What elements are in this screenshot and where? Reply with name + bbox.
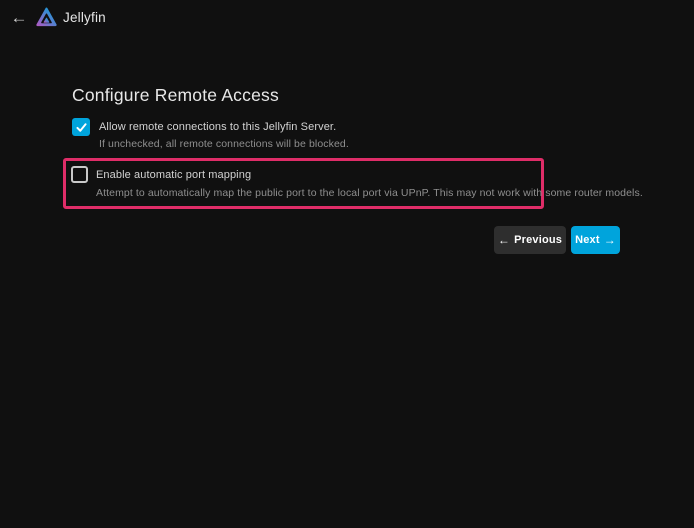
previous-button-label: Previous bbox=[514, 234, 562, 246]
checkmark-icon bbox=[75, 121, 88, 134]
highlight-annotation-box bbox=[63, 158, 544, 209]
remote-access-setup-page: ← Jellyfin Configure Remote Access Allow… bbox=[0, 0, 694, 528]
next-button[interactable]: Next → bbox=[571, 226, 620, 254]
right-arrow-icon: → bbox=[604, 234, 616, 246]
remote-connections-label[interactable]: Allow remote connections to this Jellyfi… bbox=[99, 121, 336, 133]
brand-header: Jellyfin bbox=[36, 7, 106, 28]
previous-button[interactable]: ← Previous bbox=[494, 226, 566, 254]
back-button[interactable]: ← bbox=[6, 5, 32, 31]
remote-connections-checkbox[interactable] bbox=[72, 118, 90, 136]
page-title: Configure Remote Access bbox=[72, 85, 279, 106]
brand-name: Jellyfin bbox=[63, 10, 106, 25]
back-arrow-icon: ← bbox=[11, 8, 28, 28]
left-arrow-icon: ← bbox=[498, 234, 510, 246]
port-mapping-checkbox[interactable] bbox=[71, 166, 88, 183]
port-mapping-help-text: Attempt to automatically map the public … bbox=[96, 187, 643, 199]
next-button-label: Next bbox=[575, 234, 600, 246]
port-mapping-label[interactable]: Enable automatic port mapping bbox=[96, 169, 251, 181]
jellyfin-logo-icon bbox=[36, 7, 57, 28]
remote-connections-help-text: If unchecked, all remote connections wil… bbox=[99, 138, 349, 150]
